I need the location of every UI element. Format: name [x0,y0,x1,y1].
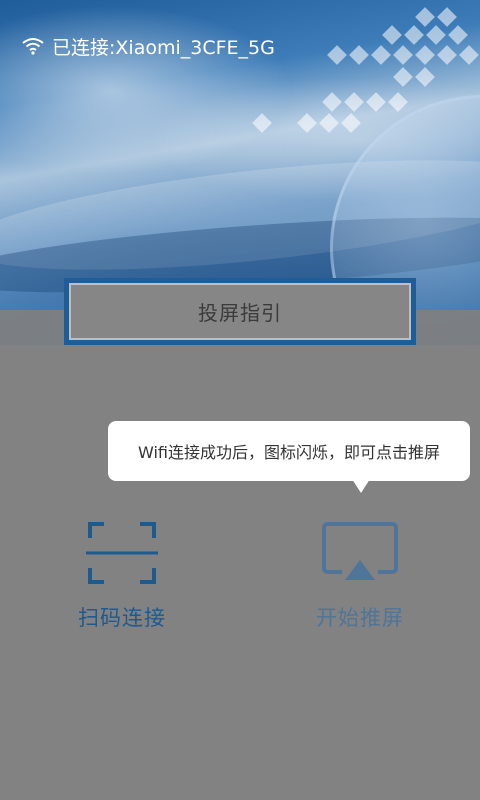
banner-diamond [319,113,339,133]
banner-diamond [366,92,386,112]
banner-diamond [459,45,479,65]
airplay-icon [322,522,398,580]
wifi-status: 已连接:Xiaomi_3CFE_5G [22,34,275,59]
banner-diamond [341,113,361,133]
guide-button-border [69,283,411,340]
wifi-icon [22,38,44,55]
tooltip-arrow [352,479,370,493]
banner-diamond [404,25,424,45]
banner-diamond [448,25,468,45]
banner-diamond [437,45,457,65]
banner-diamond [382,25,402,45]
banner-diamond [388,92,408,112]
scan-connect-label: 扫码连接 [78,606,166,630]
qr-scan-icon [86,522,158,584]
connection-status-text: 已连接:Xiaomi_3CFE_5G [52,36,275,59]
hint-tooltip: Wifi连接成功后，图标闪烁，即可点击推屏 [108,421,470,493]
banner-diamond [393,67,413,87]
banner-diamond [426,25,446,45]
start-cast-button[interactable]: 开始推屏 [280,520,440,632]
banner-diamond [349,45,369,65]
banner-diamond [415,7,435,27]
banner-diamond [327,45,347,65]
banner-diamond [252,113,272,133]
banner-diamond [297,113,317,133]
scan-connect-button[interactable]: 扫码连接 [42,520,202,632]
banner-diamond [371,45,391,65]
cast-guide-button[interactable]: 投屏指引 [64,278,416,345]
banner-diamond [415,45,435,65]
banner-diamond [415,67,435,87]
banner-diamond [322,92,342,112]
banner-diamond [437,7,457,27]
banner-diamond [344,92,364,112]
start-cast-label: 开始推屏 [316,606,404,630]
banner-diamond [393,45,413,65]
hint-text: Wifi连接成功后，图标闪烁，即可点击推屏 [138,443,440,462]
